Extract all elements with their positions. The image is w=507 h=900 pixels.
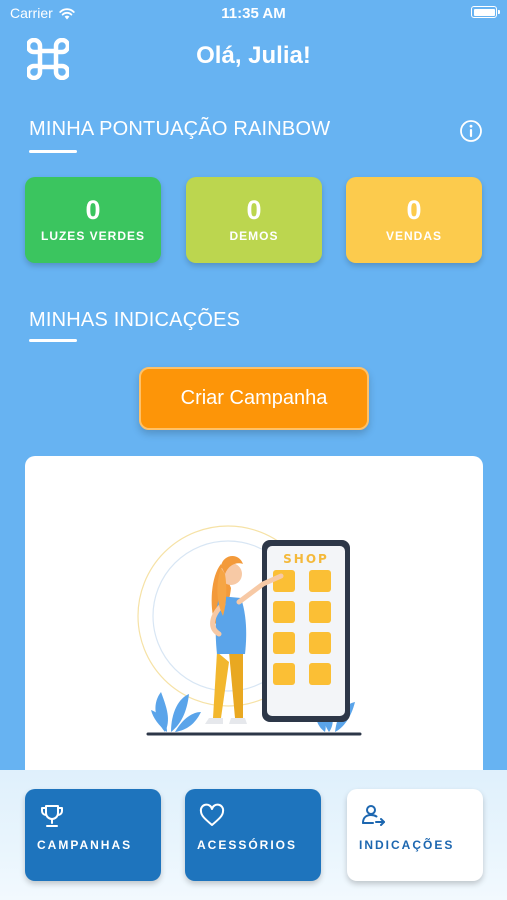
nav-tab-label: CAMPANHAS [37,838,133,852]
heart-icon [199,803,225,826]
score-card-green-lights[interactable]: 0 LUZES VERDES [25,177,161,263]
referrals-section-title: MINHAS INDICAÇÕES [29,309,241,331]
nav-tab-label: INDICAÇÕES [359,838,455,852]
score-card-demos[interactable]: 0 DEMOS [186,177,322,263]
clock: 11:35 AM [221,5,286,22]
illustration-card: SHOP [25,456,483,796]
nav-tab-label: ACESSÓRIOS [197,838,298,852]
score-value: 0 [406,195,422,225]
plant-left-icon [151,692,201,732]
trophy-icon [41,805,63,827]
score-title-underline [29,150,77,153]
shop-label: SHOP [283,552,329,566]
info-icon[interactable] [459,119,483,143]
create-campaign-button[interactable]: Criar Campanha [139,367,369,430]
nav-tab-referrals[interactable]: INDICAÇÕES [347,789,483,881]
score-value: 0 [246,195,262,225]
greeting-title: Olá, Julia! [196,42,311,69]
score-label: DEMOS [229,229,279,243]
score-label: VENDAS [385,229,442,243]
user-share-icon [362,805,385,826]
status-bar: Carrier 11:35 AM [0,0,507,28]
score-value: 0 [85,195,101,225]
referrals-title-underline [29,339,77,342]
score-card-sales[interactable]: 0 VENDAS [346,177,482,263]
nav-tab-accessories[interactable]: ACESSÓRIOS [185,789,321,881]
score-label: LUZES VERDES [40,229,145,243]
battery-icon [471,6,500,18]
score-section-title: MINHA PONTUAÇÃO RAINBOW [29,118,331,140]
shop-illustration: SHOP [137,525,362,736]
nav-tab-campaigns[interactable]: CAMPANHAS [25,789,161,881]
